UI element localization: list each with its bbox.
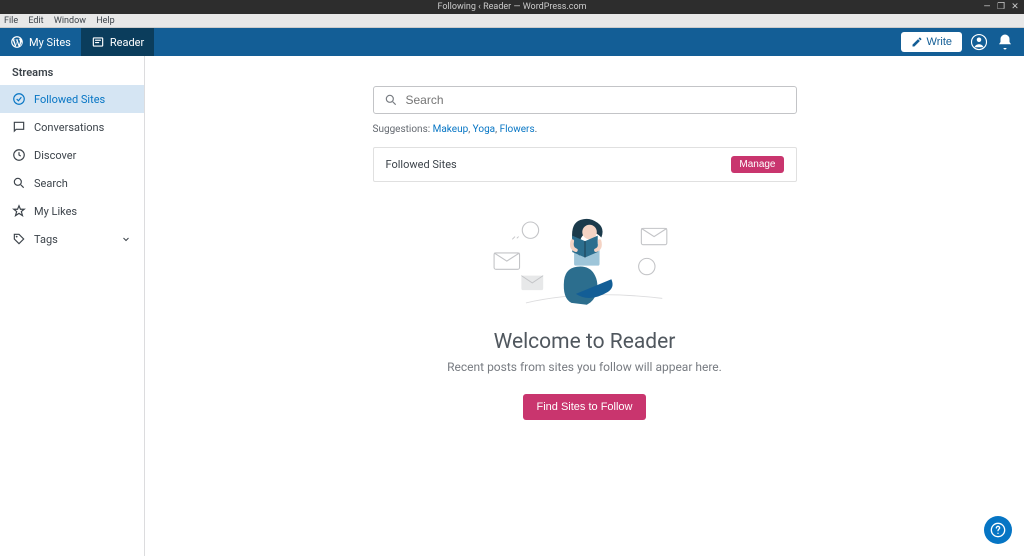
maximize-icon[interactable]: ❐ [996, 0, 1006, 14]
compass-icon [12, 148, 26, 162]
suggestion-link[interactable]: Yoga [473, 124, 495, 135]
followed-card-title: Followed Sites [386, 158, 457, 171]
menu-edit[interactable]: Edit [28, 16, 43, 26]
search-box[interactable] [373, 86, 797, 114]
sidebar-item-label: Conversations [34, 121, 104, 134]
nav-reader-label: Reader [110, 36, 144, 49]
close-icon[interactable]: ✕ [1010, 0, 1020, 14]
sidebar-item-label: Tags [34, 233, 58, 246]
help-icon [990, 522, 1006, 538]
reader-illustration [373, 202, 797, 322]
welcome-subtitle: Recent posts from sites you follow will … [373, 360, 797, 374]
sidebar-item-label: Followed Sites [34, 93, 105, 106]
nav-my-sites[interactable]: My Sites [0, 28, 81, 56]
chat-icon [12, 120, 26, 134]
bell-icon[interactable] [996, 33, 1014, 51]
avatar-icon[interactable] [970, 33, 988, 51]
help-button[interactable] [984, 516, 1012, 544]
nav-reader[interactable]: Reader [81, 28, 154, 56]
sidebar-item-my-likes[interactable]: My Likes [0, 197, 144, 225]
suggestion-link[interactable]: Flowers [500, 124, 535, 135]
sidebar-item-label: My Likes [34, 205, 77, 218]
sidebar-item-discover[interactable]: Discover [0, 141, 144, 169]
sidebar-heading: Streams [0, 56, 144, 85]
write-label: Write [927, 36, 952, 48]
os-titlebar: Following ‹ Reader — WordPress.com — ❐ ✕ [0, 0, 1024, 14]
wordpress-icon [10, 35, 24, 49]
wp-topbar: My Sites Reader Write [0, 28, 1024, 56]
welcome-title: Welcome to Reader [373, 330, 797, 354]
star-icon [12, 204, 26, 218]
os-menubar: File Edit Window Help [0, 14, 1024, 28]
content-area: Suggestions: Makeup, Yoga, Flowers. Foll… [145, 56, 1024, 556]
reader-icon [91, 35, 105, 49]
suggestions-row: Suggestions: Makeup, Yoga, Flowers. [373, 124, 797, 135]
chevron-down-icon [120, 233, 132, 245]
search-icon [384, 93, 398, 107]
menu-help[interactable]: Help [96, 16, 114, 26]
minimize-icon[interactable]: — [982, 0, 992, 14]
tag-icon [12, 232, 26, 246]
sidebar-item-conversations[interactable]: Conversations [0, 113, 144, 141]
suggestions-label: Suggestions: [373, 124, 431, 135]
find-sites-button[interactable]: Find Sites to Follow [523, 394, 647, 420]
write-button[interactable]: Write [901, 32, 962, 52]
menu-file[interactable]: File [4, 16, 18, 26]
os-window-controls: — ❐ ✕ [982, 0, 1020, 14]
search-input[interactable] [406, 93, 786, 107]
sidebar-item-tags[interactable]: Tags [0, 225, 144, 253]
search-icon [12, 176, 26, 190]
nav-my-sites-label: My Sites [29, 36, 71, 49]
sidebar-item-label: Search [34, 177, 68, 190]
manage-button[interactable]: Manage [731, 156, 783, 173]
sidebar: Streams Followed Sites Conversations Dis… [0, 56, 145, 556]
sidebar-item-search[interactable]: Search [0, 169, 144, 197]
sidebar-item-followed-sites[interactable]: Followed Sites [0, 85, 144, 113]
followed-sites-card: Followed Sites Manage [373, 147, 797, 182]
os-window-title: Following ‹ Reader — WordPress.com [437, 2, 586, 12]
menu-window[interactable]: Window [54, 16, 86, 26]
edit-icon [911, 36, 923, 48]
sidebar-item-label: Discover [34, 149, 76, 162]
suggestion-link[interactable]: Makeup [433, 124, 469, 135]
check-circle-icon [12, 92, 26, 106]
